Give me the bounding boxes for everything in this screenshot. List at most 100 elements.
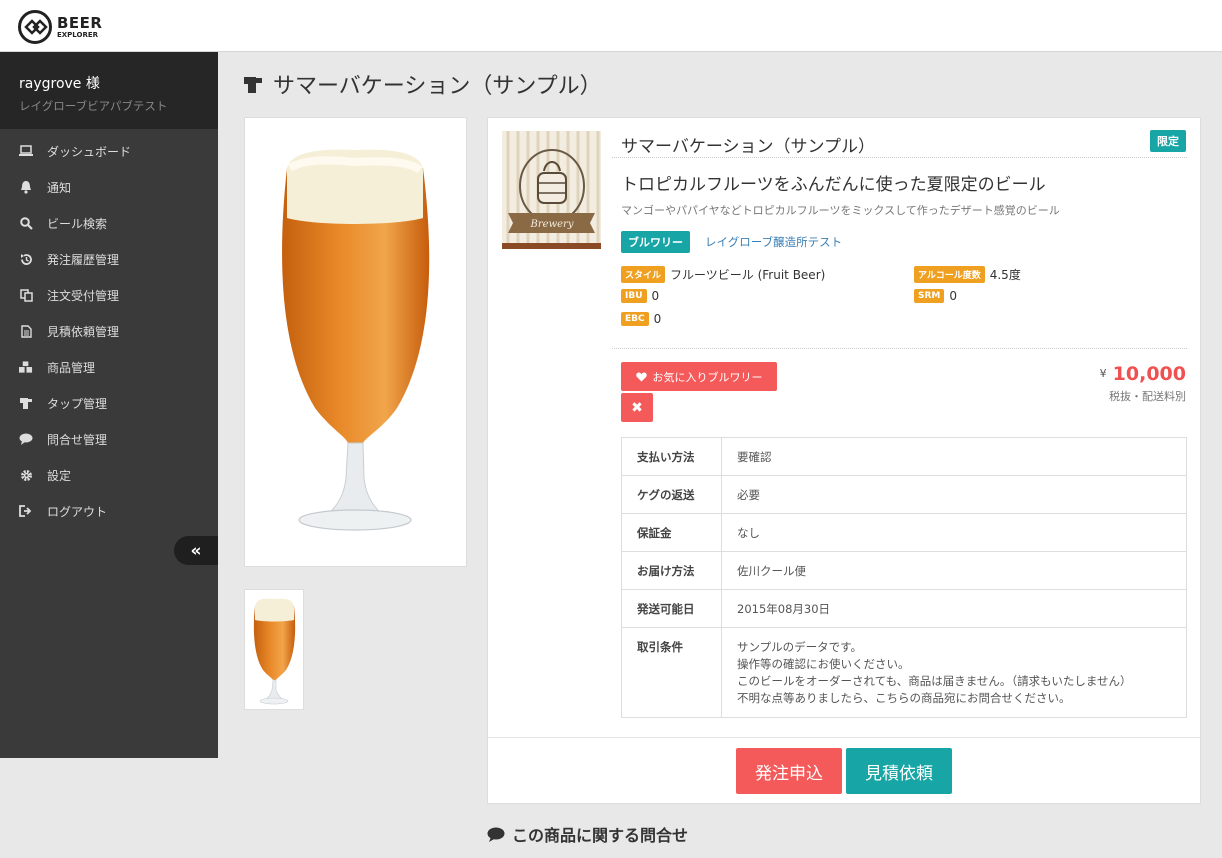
spec-abv: アルコール度数 4.5度 — [914, 266, 1021, 283]
sidebar-item-inquiries[interactable]: 問合せ管理 — [0, 421, 218, 457]
logo-icon — [18, 10, 52, 44]
terms-value: なし — [721, 513, 1187, 552]
app-logo[interactable]: BEER EXPLORER — [18, 10, 102, 44]
terms-value: 要確認 — [721, 437, 1187, 476]
remove-button[interactable]: ✖ — [621, 393, 653, 422]
logo-text-sub: EXPLORER — [57, 30, 99, 39]
heart-icon — [635, 372, 647, 382]
brewery-logo-image: Brewery — [502, 131, 601, 249]
bell-icon — [19, 180, 33, 194]
favorite-brewery-label: お気に入りブルワリー — [652, 370, 763, 384]
divider — [612, 348, 1187, 349]
terms-key: 発送可能日 — [621, 589, 722, 628]
terms-line: このビールをオーダーされても、商品は届きません。（請求もいたしません） — [737, 674, 1132, 688]
quote-request-button[interactable]: 見積依頼 — [846, 748, 952, 794]
sidebar-item-notifications[interactable]: 通知 — [0, 169, 218, 205]
divider — [612, 157, 1187, 158]
gear-icon — [19, 468, 33, 482]
spec-ebc-label: EBC — [621, 312, 649, 326]
spec-abv-label: アルコール度数 — [914, 266, 985, 283]
price-block: ¥10,000 税抜・配送料別 — [1100, 363, 1186, 404]
terms-line: 不明な点等ありましたら、こちらの商品宛にお問合せください。 — [737, 691, 1071, 705]
terms-value: 必要 — [721, 475, 1187, 514]
sidebar-item-label: 注文受付管理 — [47, 288, 120, 303]
spec-srm-label: SRM — [914, 289, 945, 303]
brewery-image-text: Brewery — [530, 219, 574, 230]
tap-icon — [19, 396, 33, 410]
comment-icon — [487, 827, 505, 842]
page-title-text: サマーバケーション（サンプル） — [273, 74, 602, 99]
table-row: 取引条件 サンプルのデータです。 操作等の確認にお使いください。 このビールをオ… — [621, 627, 1187, 718]
user-name: raygrove 様 — [19, 76, 100, 92]
sidebar-item-order-history[interactable]: 発注履歴管理 — [0, 241, 218, 277]
terms-key: 保証金 — [621, 513, 722, 552]
sidebar-item-label: 設定 — [47, 468, 72, 483]
product-main-image[interactable] — [244, 117, 467, 567]
user-organization: レイグローブビアパブテスト — [19, 99, 168, 113]
favorite-brewery-button[interactable]: お気に入りブルワリー — [621, 362, 777, 391]
terms-value: サンプルのデータです。 操作等の確認にお使いください。 このビールをオーダーされ… — [721, 627, 1187, 718]
sidebar-item-label: 商品管理 — [47, 360, 96, 375]
sidebar-item-settings[interactable]: 設定 — [0, 457, 218, 493]
terms-table: 支払い方法 要確認 ケグの返送 必要 保証金 なし お届け方法 佐川クール便 発… — [621, 437, 1187, 718]
sidebar-nav: ダッシュボード 通知 ビール検索 発注履歴管理 注文受付管理 見積依頼管理 商品… — [0, 129, 218, 529]
copy-icon — [19, 288, 33, 302]
spec-style: スタイル フルーツビール (Fruit Beer) — [621, 266, 825, 283]
terms-key: 支払い方法 — [621, 437, 722, 476]
spec-style-value: フルーツビール (Fruit Beer) — [670, 268, 826, 282]
laptop-icon — [19, 144, 33, 158]
limited-badge: 限定 — [1150, 130, 1186, 152]
sidebar-item-label: 発注履歴管理 — [47, 252, 120, 267]
tap-icon — [244, 75, 264, 94]
sidebar-item-quote-requests[interactable]: 見積依頼管理 — [0, 313, 218, 349]
table-row: 保証金 なし — [621, 513, 1187, 552]
order-request-button[interactable]: 発注申込 — [736, 748, 842, 794]
page-title: サマーバケーション（サンプル） — [244, 68, 602, 100]
sidebar-item-label: ダッシュボード — [47, 144, 132, 159]
terms-key: お届け方法 — [621, 551, 722, 590]
sidebar-collapse-button[interactable]: « — [174, 536, 218, 565]
terms-value: 2015年08月30日 — [721, 589, 1187, 628]
spec-ibu-value: 0 — [651, 289, 660, 303]
sidebar-item-products[interactable]: 商品管理 — [0, 349, 218, 385]
terms-line: 操作等の確認にお使いください。 — [737, 657, 910, 671]
sidebar-item-label: 見積依頼管理 — [47, 324, 120, 339]
product-catch-copy: トロピカルフルーツをふんだんに使った夏限定のビール — [621, 175, 1046, 195]
sidebar-item-order-receipt[interactable]: 注文受付管理 — [0, 277, 218, 313]
sidebar-item-dashboard[interactable]: ダッシュボード — [0, 133, 218, 169]
sidebar-item-taps[interactable]: タップ管理 — [0, 385, 218, 421]
terms-line: サンプルのデータです。 — [737, 640, 863, 654]
brewery-link[interactable]: レイグローブ醸造所テスト — [705, 234, 842, 250]
terms-key: 取引条件 — [621, 627, 722, 718]
table-row: お届け方法 佐川クール便 — [621, 551, 1187, 590]
card-footer-divider — [488, 737, 1200, 738]
table-row: ケグの返送 必要 — [621, 475, 1187, 514]
product-description: マンゴーやパパイヤなどトロピカルフルーツをミックスして作ったデザート感覚のビール — [621, 204, 1060, 217]
spec-ibu-label: IBU — [621, 289, 647, 303]
spec-style-label: スタイル — [621, 266, 666, 283]
brewery-tag: ブルワリー — [621, 231, 690, 253]
product-name: サマーバケーション（サンプル） — [621, 137, 875, 157]
spec-srm-value: 0 — [949, 289, 958, 303]
sidebar-item-label: 問合せ管理 — [47, 432, 108, 447]
product-thumbnail[interactable] — [244, 589, 304, 710]
sidebar-item-label: ビール検索 — [47, 216, 108, 231]
product-detail-card: Brewery サマーバケーション（サンプル） 限定 トロピカルフルーツをふんだ… — [487, 117, 1201, 804]
table-row: 発送可能日 2015年08月30日 — [621, 589, 1187, 628]
table-row: 支払い方法 要確認 — [621, 437, 1187, 476]
price-currency: ¥ — [1099, 367, 1107, 380]
sign-out-icon — [19, 504, 33, 518]
spec-ibu: IBU 0 — [621, 289, 659, 303]
terms-key: ケグの返送 — [621, 475, 722, 514]
inquiry-title-text: この商品に関する問合せ — [512, 826, 689, 845]
history-icon — [19, 252, 33, 266]
sidebar-item-label: 通知 — [47, 180, 72, 195]
sidebar-item-beer-search[interactable]: ビール検索 — [0, 205, 218, 241]
spec-ebc: EBC 0 — [621, 312, 661, 326]
search-icon — [19, 216, 33, 230]
top-header: BEER EXPLORER — [0, 0, 1222, 52]
sidebar-item-logout[interactable]: ログアウト — [0, 493, 218, 529]
sidebar-item-label: タップ管理 — [47, 396, 108, 411]
sidebar-item-label: ログアウト — [47, 504, 108, 519]
price-amount: 10,000 — [1112, 363, 1186, 385]
